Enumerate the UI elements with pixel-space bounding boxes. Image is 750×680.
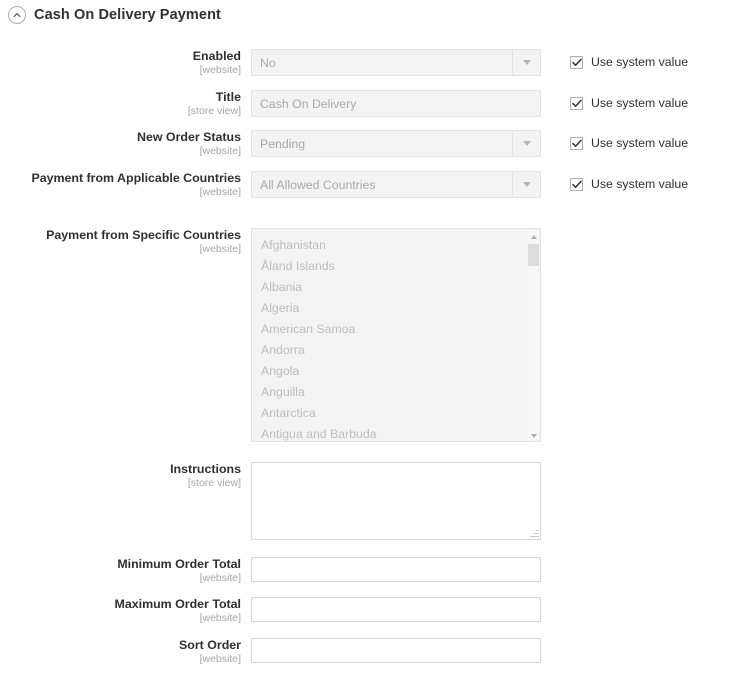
field-scope-text: [website] — [199, 572, 241, 584]
multiselect-scrollbar[interactable] — [526, 230, 540, 441]
new-order-status-value: Pending — [260, 136, 306, 151]
field-label-text: Maximum Order Total — [114, 597, 241, 611]
field-label-text: Minimum Order Total — [117, 557, 241, 571]
scroll-down-arrow-icon[interactable] — [527, 429, 540, 441]
field-label-instructions: Instructions [store view] — [0, 462, 241, 490]
field-row-applicable-countries: Payment from Applicable Countries [websi… — [0, 171, 750, 201]
field-scope-text: [website] — [199, 64, 241, 76]
field-label-sort-order: Sort Order [website] — [0, 638, 241, 666]
field-row-new-order-status: New Order Status [website] Pending Use s… — [0, 130, 750, 160]
title-input: Cash On Delivery — [251, 90, 541, 117]
minimum-order-total-input[interactable] — [251, 557, 541, 582]
field-label-enabled: Enabled [website] — [0, 49, 241, 77]
field-control-applicable-countries: All Allowed Countries — [251, 171, 541, 198]
field-scope-text: [website] — [199, 186, 241, 198]
use-system-value-applicable-countries[interactable]: Use system value — [570, 177, 688, 191]
country-option[interactable]: Antigua and Barbuda — [252, 424, 540, 441]
field-label-text: Sort Order — [179, 638, 241, 652]
field-row-maximum-order-total: Maximum Order Total [website] — [0, 597, 750, 625]
checkbox-checked-icon[interactable] — [570, 136, 583, 150]
use-system-value-label: Use system value — [591, 55, 689, 69]
field-label-text: New Order Status — [137, 130, 241, 144]
field-scope-text: [website] — [199, 243, 241, 255]
checkbox-checked-icon[interactable] — [570, 55, 583, 69]
chevron-down-icon — [512, 172, 540, 197]
field-row-specific-countries: Payment from Specific Countries [website… — [0, 228, 750, 444]
field-label-text: Title — [215, 90, 241, 104]
field-row-enabled: Enabled [website] No Use system value — [0, 49, 750, 79]
use-system-value-label: Use system value — [591, 136, 689, 150]
new-order-status-select: Pending — [251, 130, 541, 157]
field-row-title: Title [store view] Cash On Delivery Use … — [0, 90, 750, 120]
field-label-text: Payment from Applicable Countries — [31, 171, 241, 185]
sort-order-input[interactable] — [251, 638, 541, 663]
field-label-minimum-order-total: Minimum Order Total [website] — [0, 557, 241, 585]
field-scope-text: [website] — [199, 653, 241, 665]
scrollbar-thumb[interactable] — [528, 244, 539, 266]
chevron-down-icon — [512, 131, 540, 156]
use-system-value-new-order-status[interactable]: Use system value — [570, 136, 688, 150]
country-option[interactable]: Albania — [252, 277, 540, 298]
title-input-value: Cash On Delivery — [260, 96, 357, 111]
use-system-value-enabled[interactable]: Use system value — [570, 55, 688, 69]
enabled-select: No — [251, 49, 541, 76]
field-control-sort-order — [251, 638, 541, 663]
maximum-order-total-input[interactable] — [251, 597, 541, 622]
use-system-value-title[interactable]: Use system value — [570, 96, 688, 110]
country-option[interactable]: Algeria — [252, 298, 540, 319]
country-option[interactable]: Afghanistan — [252, 235, 540, 256]
field-label-applicable-countries: Payment from Applicable Countries [websi… — [0, 171, 241, 199]
country-option[interactable]: Angola — [252, 361, 540, 382]
field-label-text: Instructions — [170, 462, 241, 476]
applicable-countries-value: All Allowed Countries — [260, 177, 376, 192]
enabled-select-value: No — [260, 55, 276, 70]
field-scope-text: [store view] — [187, 477, 241, 489]
resize-handle-icon[interactable] — [529, 528, 539, 538]
field-row-instructions: Instructions [store view] — [0, 462, 750, 542]
specific-countries-multiselect[interactable]: Afghanistan Åland Islands Albania Algeria Am… — [251, 228, 541, 442]
cash-on-delivery-payment-section: Cash On Delivery Payment Enabled [websit… — [0, 0, 750, 680]
field-scope-text: [store view] — [187, 105, 241, 117]
field-label-maximum-order-total: Maximum Order Total [website] — [0, 597, 241, 625]
section-header[interactable]: Cash On Delivery Payment — [0, 0, 750, 30]
field-scope-text: [website] — [199, 145, 241, 157]
field-scope-text: [website] — [199, 612, 241, 624]
applicable-countries-select: All Allowed Countries — [251, 171, 541, 198]
country-option[interactable]: Antarctica — [252, 403, 540, 424]
field-label-title: Title [store view] — [0, 90, 241, 118]
country-option[interactable]: Anguilla — [252, 382, 540, 403]
checkbox-checked-icon[interactable] — [570, 177, 583, 191]
field-control-new-order-status: Pending — [251, 130, 541, 157]
country-option[interactable]: American Samoa — [252, 319, 540, 340]
checkbox-checked-icon[interactable] — [570, 96, 583, 110]
chevron-down-icon — [512, 50, 540, 75]
use-system-value-label: Use system value — [591, 96, 689, 110]
field-label-new-order-status: New Order Status [website] — [0, 130, 241, 158]
instructions-textarea[interactable] — [251, 462, 541, 540]
field-row-minimum-order-total: Minimum Order Total [website] — [0, 557, 750, 585]
field-control-minimum-order-total — [251, 557, 541, 582]
country-option[interactable]: Åland Islands — [252, 256, 540, 277]
field-control-maximum-order-total — [251, 597, 541, 622]
field-control-specific-countries: Afghanistan Åland Islands Albania Algeria Am… — [251, 228, 541, 442]
field-label-text: Payment from Specific Countries — [46, 228, 241, 242]
field-control-enabled: No — [251, 49, 541, 76]
page-title: Cash On Delivery Payment — [34, 6, 221, 23]
field-label-specific-countries: Payment from Specific Countries [website… — [0, 228, 241, 256]
chevron-up-circle-icon[interactable] — [8, 6, 26, 24]
scroll-up-arrow-icon[interactable] — [527, 230, 540, 243]
field-control-instructions — [251, 462, 541, 540]
country-option[interactable]: Andorra — [252, 340, 540, 361]
field-label-text: Enabled — [192, 49, 241, 63]
field-row-sort-order: Sort Order [website] — [0, 638, 750, 666]
use-system-value-label: Use system value — [591, 177, 689, 191]
field-control-title: Cash On Delivery — [251, 90, 541, 117]
country-option-list[interactable]: Afghanistan Åland Islands Albania Algeria Am… — [252, 229, 540, 441]
